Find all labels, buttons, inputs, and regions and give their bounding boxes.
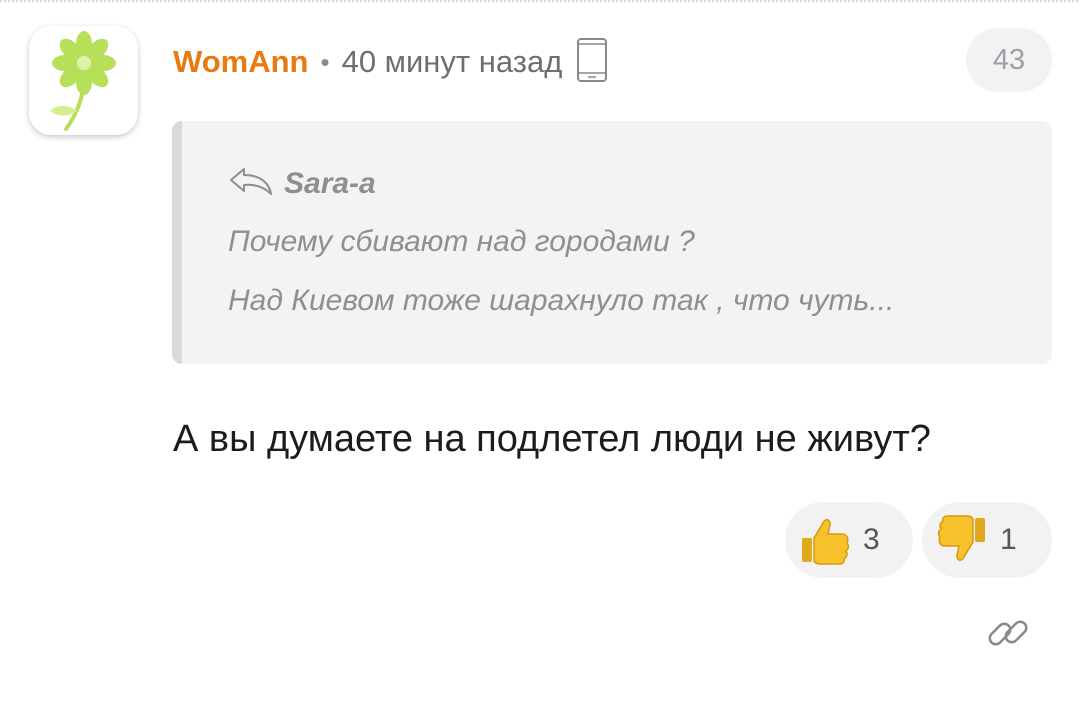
quote-accent-bar: [172, 121, 182, 364]
thumbs-down-icon: [936, 514, 988, 566]
thumbs-up-icon: [799, 514, 851, 566]
author-avatar[interactable]: [29, 26, 138, 135]
separator-dot: •: [320, 46, 330, 77]
quoted-reply-block[interactable]: Sara-a Почему сбивают над городами ? Над…: [172, 121, 1052, 364]
quoted-author[interactable]: Sara-a: [284, 167, 376, 201]
like-button[interactable]: 3: [785, 502, 913, 578]
quote-header: Sara-a: [228, 165, 376, 202]
mobile-phone-icon: [576, 37, 608, 88]
like-count: 3: [863, 523, 880, 556]
comment-text: А вы думаете на подлетел люди не живут?: [173, 418, 931, 460]
comment-counter-badge[interactable]: 43: [966, 28, 1052, 92]
comment-time: 40 минут назад: [341, 44, 563, 79]
author-name[interactable]: WomAnn: [173, 44, 308, 80]
reply-arrow-icon: [228, 165, 274, 202]
comment-header: WomAnn • 40 минут назад: [173, 37, 608, 84]
flower-icon: [49, 30, 116, 131]
quote-line-1: Почему сбивают над городами ?: [228, 225, 695, 258]
counter-value: 43: [992, 43, 1026, 76]
top-divider: [0, 0, 1080, 2]
dislike-count: 1: [1000, 523, 1017, 556]
link-icon[interactable]: [985, 610, 1031, 661]
dislike-button[interactable]: 1: [922, 502, 1052, 578]
quote-line-2: Над Киевом тоже шарахнуло так , что чуть…: [228, 284, 895, 317]
